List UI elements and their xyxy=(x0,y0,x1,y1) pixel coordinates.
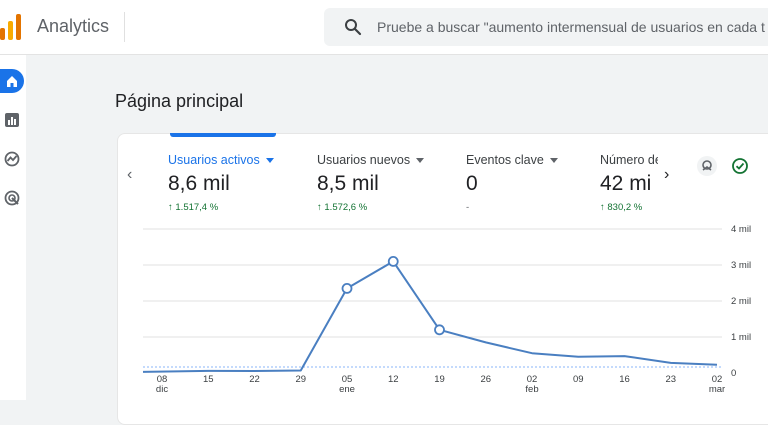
x-tick-label: 26 xyxy=(480,374,491,385)
data-point xyxy=(434,324,445,336)
y-tick-label: 3 mil xyxy=(731,260,751,271)
x-tick-month-label: feb xyxy=(525,384,538,395)
users-line-chart: 01 mil2 mil3 mil4 mil08dic15 22 29 05ene12 1… xyxy=(142,224,751,395)
y-tick-label: 1 mil xyxy=(731,332,751,343)
x-tick-month-label: mar xyxy=(709,384,725,395)
x-tick-label: 09 xyxy=(573,374,584,385)
y-tick-label: 2 mil xyxy=(731,296,751,307)
x-tick-month-label: dic xyxy=(156,384,168,395)
y-tick-label: 4 mil xyxy=(731,224,751,235)
x-tick-label: 12 xyxy=(388,374,399,385)
data-point xyxy=(387,255,399,267)
data-point xyxy=(341,282,353,294)
x-tick-label: 19 xyxy=(434,374,445,385)
x-tick-month-label: ene xyxy=(339,384,355,395)
x-tick-label: 22 xyxy=(249,374,260,385)
x-tick-label: 15 xyxy=(203,374,214,385)
series-line xyxy=(142,260,718,373)
x-tick-label: 29 xyxy=(295,374,306,385)
x-tick-label: 23 xyxy=(665,374,676,385)
x-tick-label: 16 xyxy=(619,374,630,385)
y-tick-label: 0 xyxy=(731,368,736,379)
